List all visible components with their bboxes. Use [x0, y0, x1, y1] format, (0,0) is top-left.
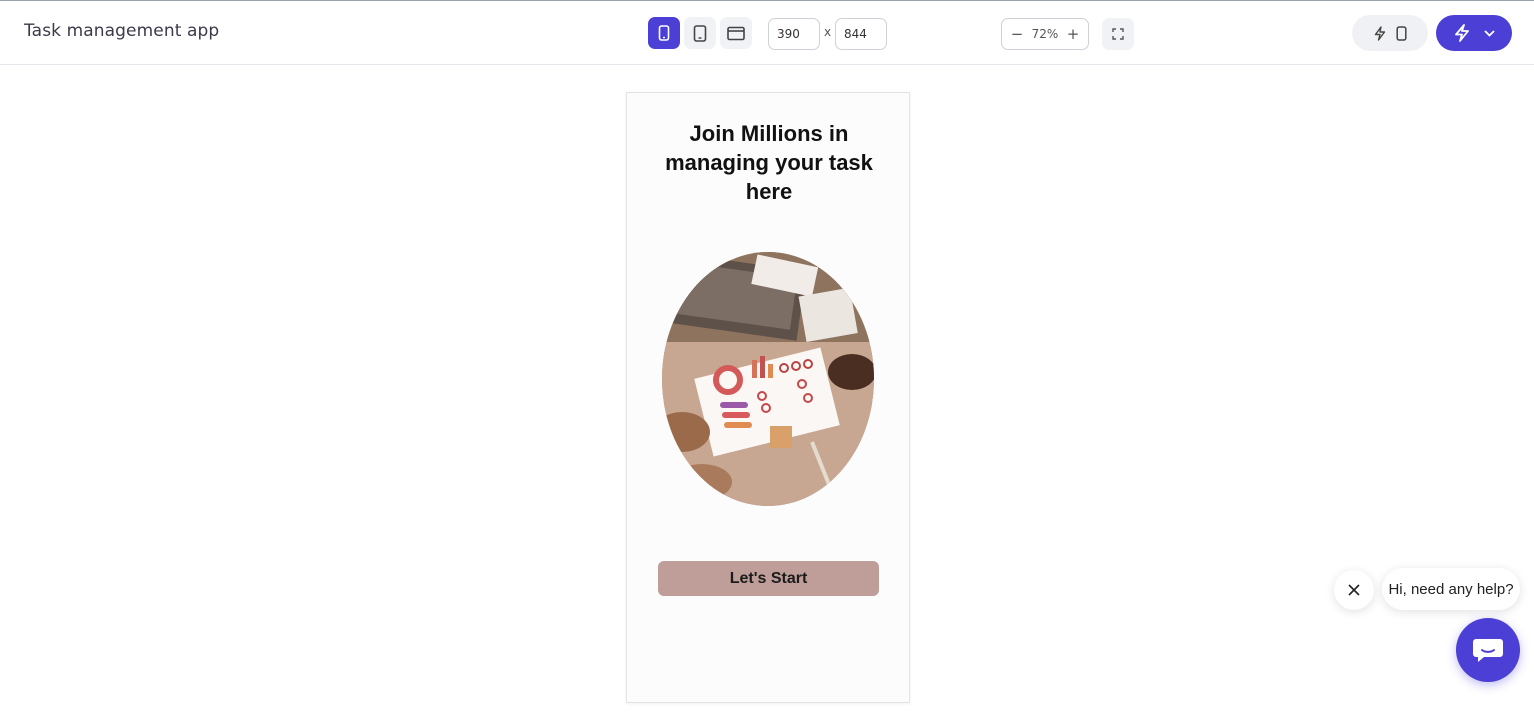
browser-window-icon [727, 26, 745, 40]
editor-toolbar: Task management app x − 72% + [0, 0, 1534, 65]
zoom-control: − 72% + [1001, 18, 1089, 50]
onboarding-heading: Join Millions in managing your task here [627, 119, 911, 206]
phone-icon [1395, 25, 1407, 41]
chat-launcher-button[interactable] [1456, 618, 1520, 682]
chat-dismiss-button[interactable] [1334, 570, 1374, 610]
dimension-separator: x [824, 25, 832, 39]
chevron-down-icon [1483, 29, 1495, 37]
lightning-icon [1454, 24, 1469, 42]
chat-icon [1473, 639, 1503, 662]
zoom-level: 72% [1031, 27, 1059, 41]
hero-image [662, 252, 874, 506]
phone-icon [658, 25, 670, 41]
close-icon [1348, 584, 1360, 596]
team-meeting-photo-icon [662, 252, 874, 506]
app-title: Task management app [24, 21, 220, 41]
desktop-view-button[interactable] [720, 17, 752, 49]
publish-menu-button[interactable] [1436, 15, 1512, 51]
preview-button[interactable] [1352, 15, 1428, 51]
zoom-in-button[interactable]: + [1066, 25, 1080, 43]
width-input[interactable] [768, 18, 820, 50]
chat-greeting-bubble[interactable]: Hi, need any help? [1382, 568, 1520, 610]
expand-icon [1112, 28, 1124, 40]
height-input[interactable] [835, 18, 887, 50]
zoom-out-button[interactable]: − [1010, 25, 1024, 43]
fit-screen-button[interactable] [1102, 18, 1134, 50]
lightning-icon [1374, 25, 1385, 41]
tablet-icon [693, 24, 707, 42]
phone-preview-frame: Join Millions in managing your task here [626, 92, 910, 703]
lets-start-button[interactable]: Let's Start [658, 561, 879, 596]
phone-view-button[interactable] [648, 17, 680, 49]
onboarding-heading-text: Join Millions in managing your task here [665, 121, 873, 204]
tablet-view-button[interactable] [684, 17, 716, 49]
